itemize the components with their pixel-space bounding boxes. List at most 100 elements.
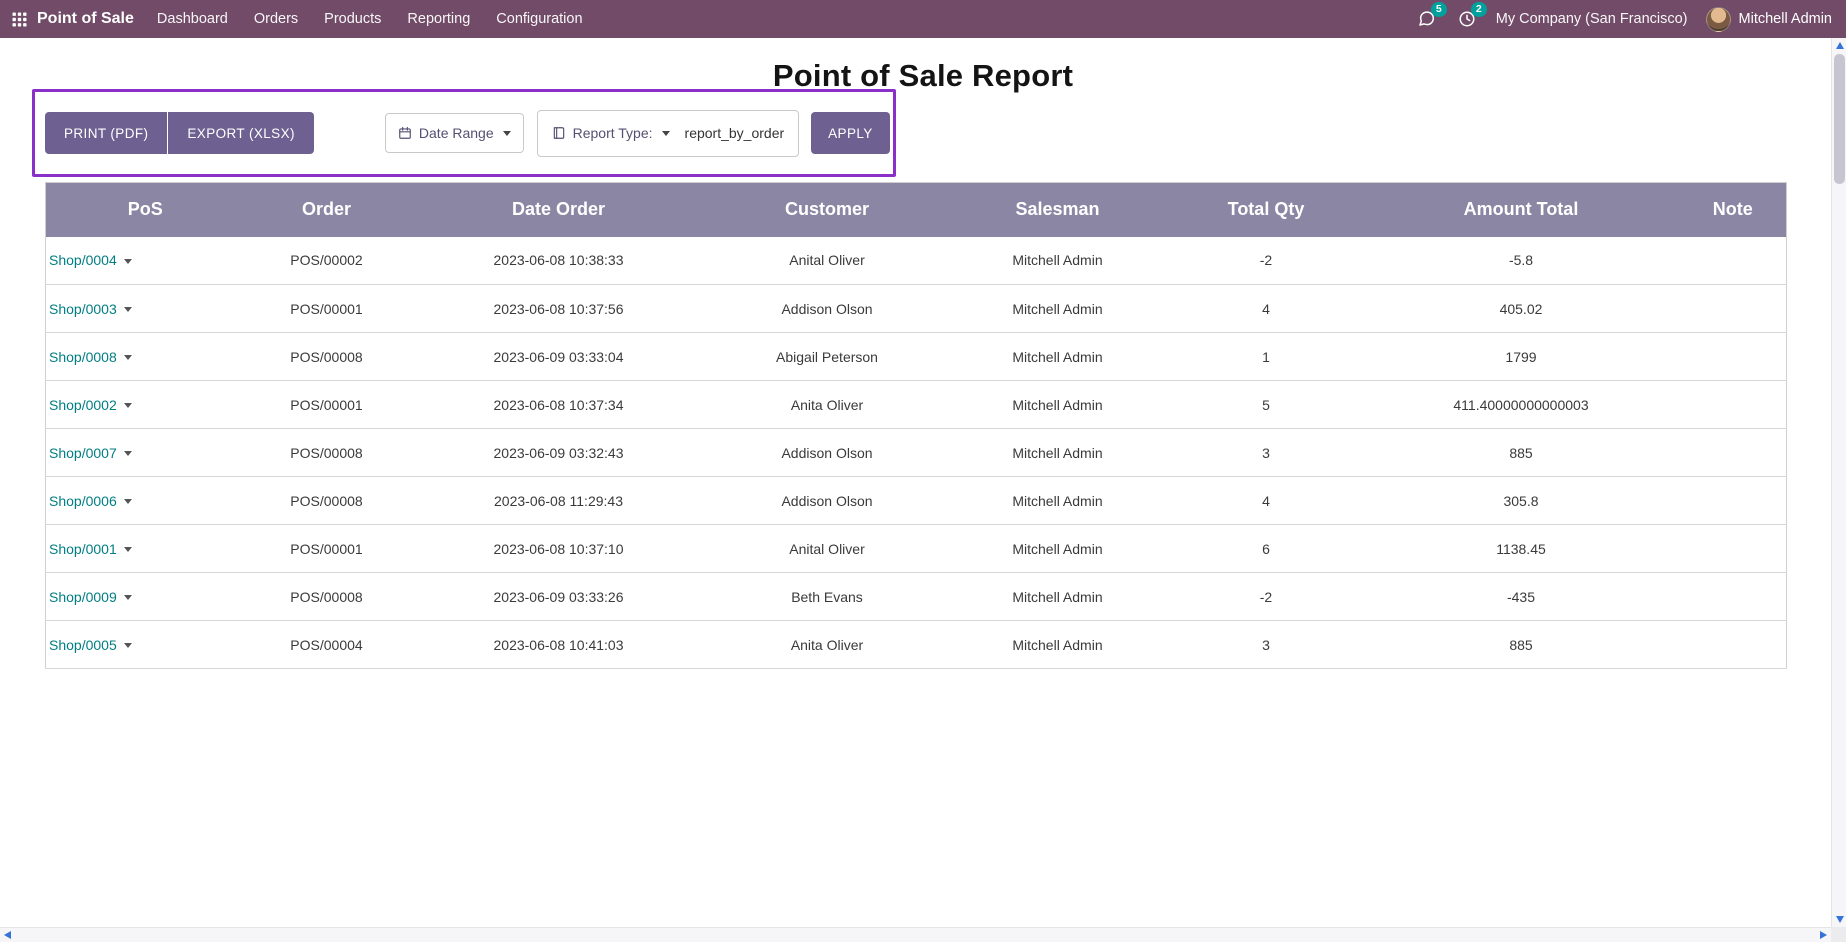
print-pdf-button[interactable]: PRINT (PDF)	[45, 112, 167, 154]
pos-cell: Shop/0003	[46, 285, 245, 333]
report-table: PoS Order Date Order Customer Salesman T…	[45, 182, 1787, 669]
salesman-cell: Mitchell Admin	[946, 429, 1170, 477]
order-cell: POS/00008	[245, 573, 409, 621]
pos-dropdown-caret-icon[interactable]	[124, 259, 132, 264]
table-row: Shop/0006 POS/00008 2023-06-08 11:29:43 …	[46, 477, 1787, 525]
col-header-note: Note	[1680, 183, 1787, 237]
apply-button[interactable]: APPLY	[811, 112, 890, 154]
nav-item-orders[interactable]: Orders	[241, 0, 311, 38]
table-row: Shop/0004 POS/00002 2023-06-08 10:38:33 …	[46, 237, 1787, 285]
amount-total-cell: -435	[1363, 573, 1680, 621]
app-brand[interactable]: Point of Sale	[35, 10, 144, 28]
pos-dropdown-caret-icon[interactable]	[124, 499, 132, 504]
col-header-date-order: Date Order	[409, 183, 709, 237]
pos-dropdown-caret-icon[interactable]	[124, 547, 132, 552]
messages-button[interactable]: 5	[1415, 8, 1438, 30]
col-header-pos: PoS	[46, 183, 245, 237]
user-menu[interactable]: Mitchell Admin	[1706, 7, 1832, 32]
report-type-value: report_by_order	[685, 125, 785, 141]
col-header-customer: Customer	[709, 183, 946, 237]
total-qty-cell: 3	[1170, 621, 1363, 669]
salesman-cell: Mitchell Admin	[946, 285, 1170, 333]
customer-cell: Anita Oliver	[709, 621, 946, 669]
date-order-cell: 2023-06-08 10:38:33	[409, 237, 709, 285]
vertical-scrollbar[interactable]	[1831, 38, 1846, 927]
salesman-cell: Mitchell Admin	[946, 573, 1170, 621]
screen: Point of Sale Dashboard Orders Products …	[0, 0, 1846, 942]
customer-cell: Anital Oliver	[709, 525, 946, 573]
date-range-dropdown[interactable]: Date Range	[385, 113, 524, 153]
pos-shop-link[interactable]: Shop/0009	[49, 589, 117, 605]
navbar-right: 5 2 My Company (San Francisco) Mitchell …	[1415, 0, 1832, 38]
customer-cell: Anita Oliver	[709, 381, 946, 429]
scroll-down-arrow-icon	[1836, 916, 1844, 923]
date-order-cell: 2023-06-08 10:41:03	[409, 621, 709, 669]
note-cell	[1680, 429, 1787, 477]
salesman-cell: Mitchell Admin	[946, 237, 1170, 285]
total-qty-cell: -2	[1170, 573, 1363, 621]
pos-dropdown-caret-icon[interactable]	[124, 355, 132, 360]
col-header-order: Order	[245, 183, 409, 237]
pos-shop-link[interactable]: Shop/0007	[49, 445, 117, 461]
date-order-cell: 2023-06-09 03:33:04	[409, 333, 709, 381]
user-avatar	[1706, 7, 1731, 32]
scroll-left-arrow-icon	[4, 931, 11, 939]
table-row: Shop/0007 POS/00008 2023-06-09 03:32:43 …	[46, 429, 1787, 477]
pos-shop-link[interactable]: Shop/0005	[49, 637, 117, 653]
nav-item-products[interactable]: Products	[311, 0, 394, 38]
book-icon	[552, 126, 566, 140]
export-xlsx-button[interactable]: EXPORT (XLSX)	[168, 112, 314, 154]
scroll-right-button[interactable]	[1816, 928, 1831, 943]
pos-dropdown-caret-icon[interactable]	[124, 451, 132, 456]
order-cell: POS/00004	[245, 621, 409, 669]
pos-shop-link[interactable]: Shop/0001	[49, 541, 117, 557]
scrollbar-corner	[1831, 927, 1846, 942]
order-cell: POS/00001	[245, 285, 409, 333]
report-type-dropdown[interactable]: Report Type: report_by_order	[537, 110, 800, 157]
note-cell	[1680, 525, 1787, 573]
pos-shop-link[interactable]: Shop/0002	[49, 397, 117, 413]
amount-total-cell: 885	[1363, 429, 1680, 477]
scroll-right-arrow-icon	[1820, 931, 1827, 939]
nav-item-reporting[interactable]: Reporting	[394, 0, 483, 38]
pos-dropdown-caret-icon[interactable]	[124, 595, 132, 600]
pos-cell: Shop/0004	[46, 237, 245, 285]
customer-cell: Abigail Peterson	[709, 333, 946, 381]
vertical-scroll-thumb[interactable]	[1834, 54, 1845, 184]
col-header-amount-total: Amount Total	[1363, 183, 1680, 237]
activities-badge: 2	[1471, 2, 1487, 17]
navbar-left: Point of Sale Dashboard Orders Products …	[10, 0, 596, 38]
pos-shop-link[interactable]: Shop/0008	[49, 349, 117, 365]
scroll-down-button[interactable]	[1832, 912, 1846, 927]
pos-dropdown-caret-icon[interactable]	[124, 643, 132, 648]
horizontal-scrollbar[interactable]	[0, 927, 1831, 942]
company-switcher[interactable]: My Company (San Francisco)	[1496, 11, 1688, 27]
pos-shop-link[interactable]: Shop/0004	[49, 252, 117, 268]
total-qty-cell: 5	[1170, 381, 1363, 429]
pos-cell: Shop/0002	[46, 381, 245, 429]
export-button-group: PRINT (PDF) EXPORT (XLSX)	[45, 112, 314, 154]
pos-cell: Shop/0005	[46, 621, 245, 669]
amount-total-cell: 405.02	[1363, 285, 1680, 333]
pos-shop-link[interactable]: Shop/0003	[49, 301, 117, 317]
pos-dropdown-caret-icon[interactable]	[124, 307, 132, 312]
nav-item-dashboard[interactable]: Dashboard	[144, 0, 241, 38]
apps-menu-button[interactable]	[10, 12, 35, 27]
chevron-down-icon	[662, 131, 670, 136]
pos-dropdown-caret-icon[interactable]	[124, 403, 132, 408]
date-order-cell: 2023-06-08 10:37:56	[409, 285, 709, 333]
scroll-up-button[interactable]	[1832, 38, 1846, 53]
date-range-label: Date Range	[419, 125, 494, 141]
amount-total-cell: 305.8	[1363, 477, 1680, 525]
pos-cell: Shop/0009	[46, 573, 245, 621]
order-cell: POS/00001	[245, 381, 409, 429]
note-cell	[1680, 333, 1787, 381]
order-cell: POS/00008	[245, 477, 409, 525]
total-qty-cell: 6	[1170, 525, 1363, 573]
note-cell	[1680, 381, 1787, 429]
scroll-left-button[interactable]	[0, 928, 15, 943]
user-name: Mitchell Admin	[1739, 11, 1832, 27]
nav-item-configuration[interactable]: Configuration	[483, 0, 595, 38]
pos-shop-link[interactable]: Shop/0006	[49, 493, 117, 509]
activities-button[interactable]: 2	[1456, 8, 1478, 30]
